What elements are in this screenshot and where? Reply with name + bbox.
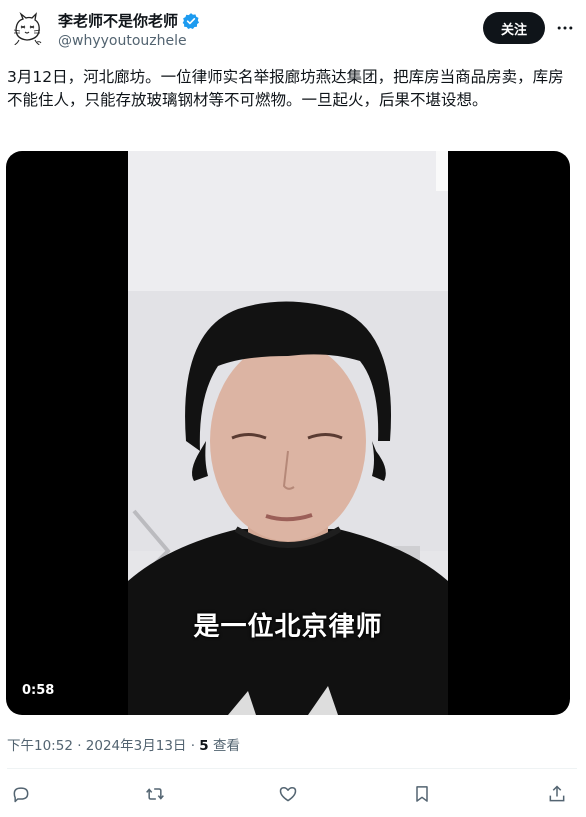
divider [7, 768, 577, 769]
tweet-time[interactable]: 下午10:52 [7, 738, 73, 754]
display-name-row: 李老师不是你老师 [58, 10, 200, 31]
reply-icon[interactable] [9, 782, 33, 806]
video-frame: 是一位北京律师 [128, 151, 448, 715]
display-name[interactable]: 李老师不是你老师 [58, 10, 178, 31]
retweet-icon[interactable] [143, 782, 167, 806]
share-icon[interactable] [545, 782, 569, 806]
video-player[interactable]: 是一位北京律师 0:58 [6, 151, 570, 715]
tweet-meta: 下午10:52 · 2024年3月13日 · 5 查看 [7, 734, 240, 754]
video-subtitle: 是一位北京律师 [193, 612, 383, 642]
views-count: 5 [199, 738, 209, 754]
views-label: 查看 [208, 738, 240, 754]
like-icon[interactable] [276, 782, 300, 806]
video-duration: 0:58 [22, 683, 55, 698]
bookmark-icon[interactable] [410, 782, 434, 806]
meta-separator-2: · [186, 738, 200, 754]
verified-badge-icon [182, 12, 200, 30]
avatar[interactable] [7, 9, 47, 49]
tweet-date[interactable]: 2024年3月13日 [86, 738, 187, 754]
more-options-icon[interactable] [553, 16, 577, 40]
handle[interactable]: @whyyoutouzhele [58, 33, 187, 49]
tweet-text: 3月12日，河北廊坊。一位律师实名举报廊坊燕达集团，把库房当商品房卖，库房不能住… [7, 68, 564, 109]
tweet-header: 李老师不是你老师 @whyyoutouzhele 关注 [0, 0, 586, 60]
meta-separator: · [72, 738, 86, 754]
follow-button[interactable]: 关注 [483, 12, 545, 44]
cat-doodle-avatar-icon [7, 9, 47, 49]
